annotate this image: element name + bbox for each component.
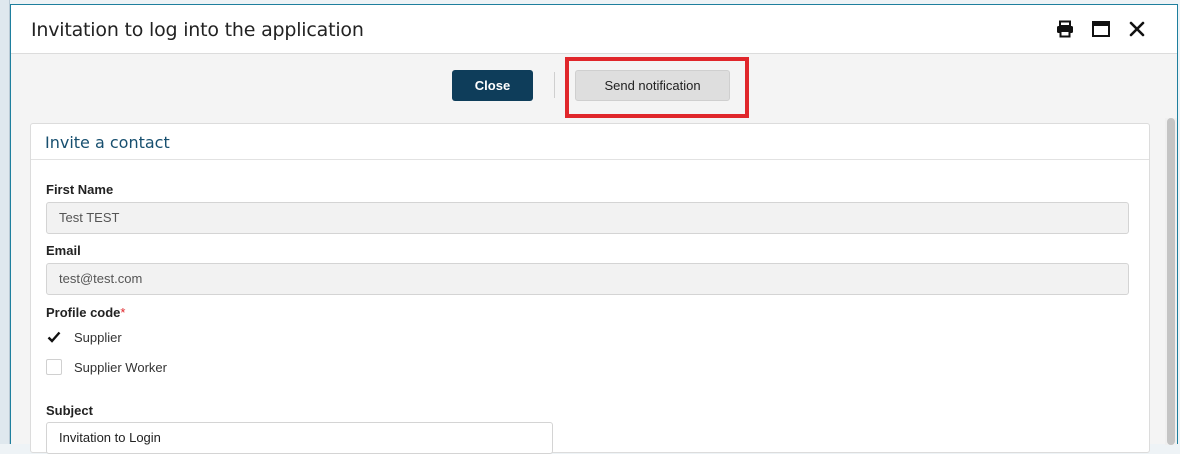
close-button[interactable]: Close [452,70,533,101]
titlebar-icons [1055,19,1147,39]
subject-field[interactable]: Invitation to Login [46,422,553,454]
action-divider [554,72,555,98]
close-icon[interactable] [1127,19,1147,39]
invite-contact-section: Invite a contact First Name Test TEST Em… [30,123,1150,454]
dialog-action-bar: Close Send notification [11,55,1177,119]
first-name-field[interactable]: Test TEST [46,202,1129,234]
required-marker: * [120,305,126,320]
dialog-title: Invitation to log into the application [31,19,364,41]
subject-label: Subject [46,403,93,418]
profile-code-label-text: Profile code [46,305,121,320]
dialog-titlebar: Invitation to log into the application [11,5,1177,54]
maximize-icon[interactable] [1091,19,1111,39]
section-title: Invite a contact [31,124,1149,160]
profile-option-supplier[interactable]: Supplier [46,329,122,345]
background-page-edge [0,0,10,444]
checkbox-supplier[interactable] [46,329,62,345]
profile-option-label: Supplier Worker [74,359,167,375]
profile-option-supplier-worker[interactable]: Supplier Worker [46,359,167,375]
email-field[interactable]: test@test.com [46,263,1129,295]
printer-icon[interactable] [1055,19,1075,39]
email-label: Email [46,243,81,258]
checkbox-supplier-worker[interactable] [46,359,62,375]
check-icon [47,331,61,343]
profile-option-label: Supplier [74,329,122,345]
first-name-label: First Name [46,182,114,197]
vertical-scrollbar[interactable] [1165,118,1177,445]
profile-code-label: Profile code* [46,305,125,320]
invitation-dialog: Invitation to log into the application C… [10,4,1178,454]
scrollbar-thumb[interactable] [1167,118,1175,445]
send-notification-button[interactable]: Send notification [575,70,730,101]
